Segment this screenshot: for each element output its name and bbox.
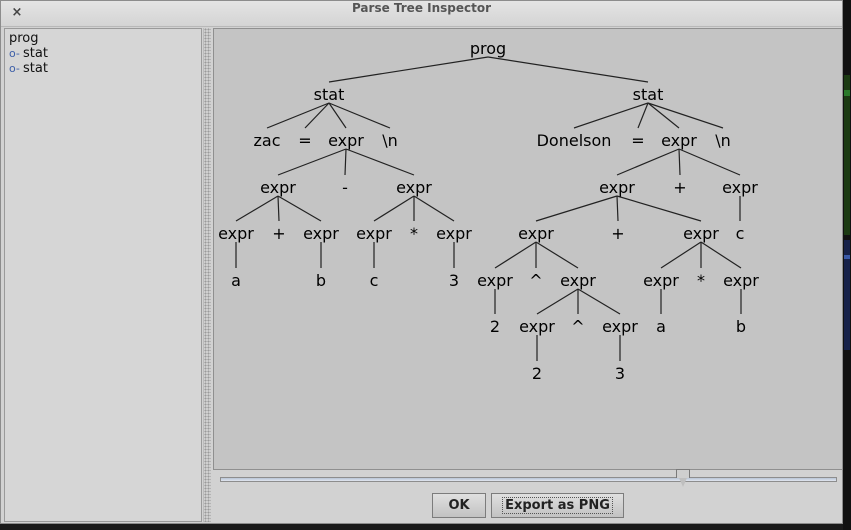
tree-edge [616,195,619,222]
tree-node-equals[interactable]: = [631,131,644,150]
tree-node-c[interactable]: c [370,271,379,290]
tree-edge [678,148,741,176]
tree-node-caret[interactable]: ^ [571,317,584,336]
tree-edge [577,288,621,315]
zoom-slider[interactable] [220,469,837,489]
split-pane-divider[interactable] [203,28,211,522]
tree-edge [266,102,330,129]
tree-edge [277,195,322,222]
export-png-button[interactable]: Export as PNG [491,493,624,518]
tree-node-expr[interactable]: expr [602,317,638,336]
tree-node-a[interactable]: a [656,317,666,336]
tree-node-expr[interactable]: expr [356,224,392,243]
tree-node-2[interactable]: 2 [490,317,500,336]
tree-node-expr[interactable]: expr [328,131,364,150]
tree-node-expr[interactable]: expr [683,224,719,243]
tree-node-expr[interactable]: expr [722,178,758,197]
slider-track[interactable] [220,477,837,482]
ok-button[interactable]: OK [432,493,486,518]
outline-item-stat[interactable]: o-stat [9,46,48,61]
tree-node-icon[interactable]: o- [9,61,23,76]
title-bar: × Parse Tree Inspector [1,1,842,27]
tree-edge [535,195,618,222]
tree-node-2[interactable]: 2 [532,364,542,383]
tree-node-3[interactable]: 3 [615,364,625,383]
tree-node-expr[interactable]: expr [723,271,759,290]
tree-node-newline[interactable]: \n [715,131,731,150]
tree-node-a[interactable]: a [231,271,241,290]
tree-edge [637,102,649,129]
tree-node-stat[interactable]: stat [314,85,345,104]
tree-node-expr[interactable]: expr [661,131,697,150]
tree-node-expr[interactable]: expr [218,224,254,243]
tree-edge [277,195,280,222]
tree-node-zac[interactable]: zac [254,131,281,150]
parse-tree-canvas: zac = a expr + b expr expr - c expr * 3 expr expr expr \… [213,28,843,470]
tree-edge [373,195,415,222]
tree-node-expr[interactable]: expr [643,271,679,290]
tree-edge [616,195,702,222]
tree-node-newline[interactable]: \n [382,131,398,150]
outline-item-label: stat [23,46,48,61]
tree-node-expr[interactable]: expr [560,271,596,290]
tree-edge [304,102,330,129]
tree-node-icon[interactable]: o- [9,46,23,61]
tree-edge [487,56,649,83]
tree-node-donelson[interactable]: Donelson [537,131,612,150]
tree-node-plus[interactable]: + [272,224,285,243]
slider-thumb[interactable] [675,469,690,487]
tree-edge [678,148,681,176]
tree-edge [277,148,347,176]
tree-node-b[interactable]: b [736,317,746,336]
tree-edge [700,241,742,269]
tree-node-expr[interactable]: expr [260,178,296,197]
tree-edge [413,195,455,222]
tree-node-caret[interactable]: ^ [529,271,542,290]
background-window-edge [843,0,851,530]
tree-node-expr[interactable]: expr [436,224,472,243]
tree-node-expr[interactable]: expr [303,224,339,243]
tree-node-expr[interactable]: expr [396,178,432,197]
tree-node-prog[interactable]: prog [470,39,506,58]
outline-item-label: stat [23,61,48,76]
tree-edge [328,56,489,83]
tree-node-equals[interactable]: = [298,131,311,150]
tree-edge [573,102,649,129]
tree-edge [344,148,347,176]
tree-node-plus[interactable]: + [611,224,624,243]
window-title: Parse Tree Inspector [351,1,492,15]
tree-node-c[interactable]: c [736,224,745,243]
parse-tree-diagram: zac =aexpr +bexprexpr -cexpr *3exprexprexpr \… [218,39,759,383]
tree-node-minus[interactable]: - [342,178,348,197]
outline-tree-panel: prog o-stat o-stat [4,28,202,522]
parse-tree-inspector-window: × Parse Tree Inspector prog o-stat o-sta… [0,0,843,524]
tree-node-times[interactable]: * [410,224,418,243]
tree-node-3[interactable]: 3 [449,271,459,290]
tree-node-b[interactable]: b [316,271,326,290]
tree-node-expr[interactable]: expr [518,224,554,243]
tree-node-expr[interactable]: expr [477,271,513,290]
tree-edge [616,148,680,176]
outline-root-item[interactable]: prog [9,31,39,46]
tree-node-expr[interactable]: expr [599,178,635,197]
tree-edge [536,288,579,315]
tree-node-times[interactable]: * [697,271,705,290]
tree-edge [660,241,702,269]
export-button-label: Export as PNG [502,497,613,514]
tree-edge [647,102,680,129]
tree-edge [235,195,279,222]
tree-edge [494,241,537,269]
tree-node-expr[interactable]: expr [519,317,555,336]
tree-edge [647,102,724,129]
outline-item-stat[interactable]: o-stat [9,61,48,76]
tree-edge [535,241,579,269]
tree-edge [345,148,415,176]
tree-node-stat[interactable]: stat [633,85,664,104]
tree-node-plus[interactable]: + [673,178,686,197]
